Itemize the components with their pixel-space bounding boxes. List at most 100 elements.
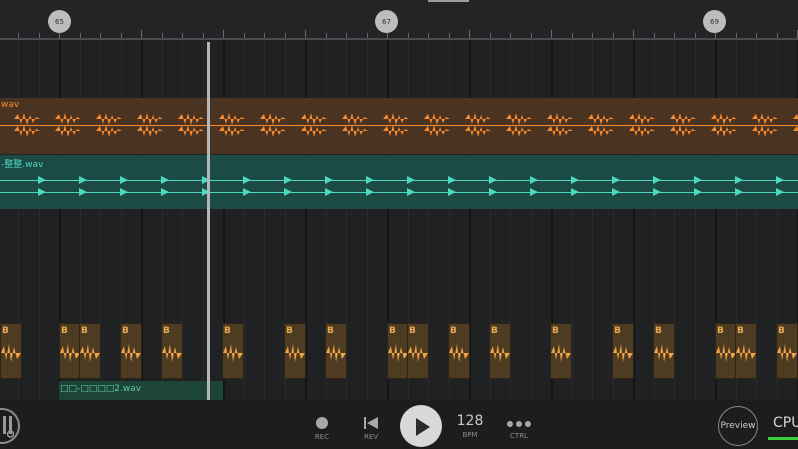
beat-clip[interactable]: B xyxy=(325,323,347,379)
grid-line xyxy=(244,40,245,400)
beat-clip[interactable]: B xyxy=(550,323,572,379)
bpm-control[interactable]: 128 BPM xyxy=(453,413,487,439)
teal-transient xyxy=(284,176,292,184)
beat-clip-label: B xyxy=(717,326,724,336)
orange-transient xyxy=(137,125,163,137)
playhead[interactable] xyxy=(207,42,210,400)
teal-transient xyxy=(530,176,538,184)
beat-clip[interactable]: B xyxy=(448,323,470,379)
orange-transient xyxy=(670,125,696,137)
teal-transient xyxy=(243,176,251,184)
green-clip-label: □□-□□□□2.wav xyxy=(60,384,142,394)
teal-transient xyxy=(571,176,579,184)
grid-line xyxy=(39,40,40,400)
orange-transient xyxy=(14,113,40,125)
beat-waveform xyxy=(121,344,141,362)
orange-transient xyxy=(424,113,450,125)
control-button[interactable]: CTRL xyxy=(505,419,533,440)
beat-waveform xyxy=(408,344,428,362)
ruler-tick xyxy=(469,30,470,38)
beat-waveform xyxy=(285,344,305,362)
orange-transient xyxy=(424,125,450,137)
bar-marker-67[interactable]: 67 xyxy=(375,10,398,33)
teal-transient xyxy=(407,176,415,184)
rewind-button[interactable]: REV xyxy=(359,416,383,441)
teal-transient xyxy=(366,188,374,196)
bar-marker-69[interactable]: 69 xyxy=(703,10,726,33)
cpu-meter xyxy=(768,437,798,440)
control-label: CTRL xyxy=(510,432,528,440)
beat-clip[interactable]: B xyxy=(715,323,737,379)
teal-transient xyxy=(776,176,784,184)
beat-clip[interactable]: B xyxy=(489,323,511,379)
teal-transient xyxy=(612,176,620,184)
beat-clip-label: B xyxy=(552,326,559,336)
record-button[interactable]: REC xyxy=(310,416,334,441)
beat-clip[interactable]: B xyxy=(222,323,244,379)
teal-transient xyxy=(120,176,128,184)
beat-clip-label: B xyxy=(491,326,498,336)
beat-clip-label: B xyxy=(409,326,416,336)
beat-clip[interactable]: B xyxy=(0,323,22,379)
play-button[interactable] xyxy=(400,405,442,447)
orange-transient xyxy=(670,113,696,125)
teal-transient xyxy=(612,188,620,196)
beat-clip[interactable]: B xyxy=(735,323,757,379)
orange-transient xyxy=(629,113,655,125)
beat-waveform xyxy=(449,344,469,362)
beat-waveform xyxy=(654,344,674,362)
orange-transient xyxy=(752,113,778,125)
grid-line xyxy=(695,40,696,400)
teal-transient xyxy=(325,188,333,196)
beat-clip[interactable]: B xyxy=(407,323,429,379)
teal-transient xyxy=(694,176,702,184)
tracks-area[interactable]: wav -整整.wav B B B B B B B B B B B B B B B B B B xyxy=(0,40,798,400)
orange-transient xyxy=(465,125,491,137)
beat-clip[interactable]: B xyxy=(59,323,81,379)
teal-transient xyxy=(38,188,46,196)
beat-clip[interactable]: B xyxy=(284,323,306,379)
beat-clip[interactable]: B xyxy=(612,323,634,379)
orange-transient xyxy=(178,125,204,137)
preview-button[interactable]: Preview xyxy=(718,406,758,446)
teal-transient xyxy=(653,188,661,196)
beat-clip[interactable]: B xyxy=(776,323,798,379)
beat-clip[interactable]: B xyxy=(120,323,142,379)
beat-clip[interactable]: B xyxy=(79,323,101,379)
beat-waveform xyxy=(490,344,510,362)
orange-transient xyxy=(260,125,286,137)
teal-transient xyxy=(284,188,292,196)
beat-waveform xyxy=(613,344,633,362)
mixer-button[interactable] xyxy=(0,408,20,444)
teal-clip-label: -整整.wav xyxy=(1,160,44,170)
beat-clip[interactable]: B xyxy=(161,323,183,379)
teal-transient xyxy=(325,176,333,184)
teal-transient xyxy=(161,188,169,196)
drag-handle[interactable] xyxy=(428,0,469,2)
teal-transient xyxy=(489,176,497,184)
beat-clip[interactable]: B xyxy=(653,323,675,379)
green-audio-clip[interactable]: □□-□□□□2.wav xyxy=(59,381,223,400)
beat-waveform xyxy=(388,344,408,362)
timeline-ruler[interactable]: 65 67 69 xyxy=(0,0,798,40)
beat-clip-label: B xyxy=(224,326,231,336)
teal-transient xyxy=(735,176,743,184)
record-icon xyxy=(316,417,328,429)
orange-transient xyxy=(342,125,368,137)
bar-marker-65[interactable]: 65 xyxy=(48,10,71,33)
grid-line xyxy=(367,40,368,400)
teal-transient xyxy=(243,188,251,196)
beat-clip[interactable]: B xyxy=(387,323,409,379)
orange-transient xyxy=(178,113,204,125)
orange-transient xyxy=(137,113,163,125)
beat-waveform xyxy=(716,344,736,362)
ruler-tick xyxy=(223,30,224,38)
teal-transient xyxy=(448,188,456,196)
orange-audio-clip[interactable]: wav xyxy=(0,98,798,154)
ruler-tick xyxy=(305,30,306,38)
orange-clip-label: wav xyxy=(1,100,20,110)
orange-transient xyxy=(96,125,122,137)
orange-transient xyxy=(793,126,798,131)
beat-waveform xyxy=(1,344,21,362)
teal-audio-clip[interactable]: -整整.wav xyxy=(0,155,798,209)
